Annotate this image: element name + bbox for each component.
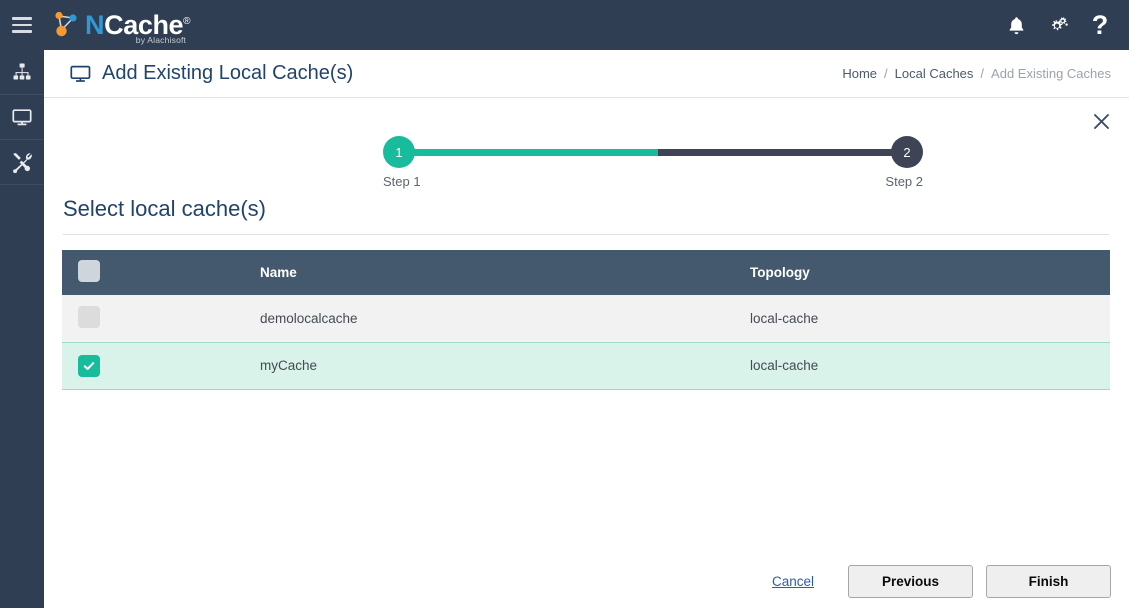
hamburger-bar: [12, 30, 32, 33]
sidebar-item-monitor[interactable]: [0, 95, 44, 140]
stepper-label-step-1: Step 1: [383, 174, 421, 189]
table-header-row: Name Topology: [62, 250, 1110, 295]
tools-icon: [13, 153, 32, 173]
settings-gears-icon[interactable]: [1043, 10, 1073, 40]
row-cell-name: myCache: [260, 358, 318, 373]
row-cell-topology: local-cache: [750, 310, 819, 326]
check-icon: [83, 361, 95, 370]
stepper-node-step-2[interactable]: 2: [891, 136, 923, 168]
stepper-progress-fill: [399, 149, 659, 156]
table-header-name[interactable]: Name: [260, 250, 750, 295]
wizard-stepper: 1 2 Step 1 Step 2: [383, 136, 923, 196]
stepper-label-step-2: Step 2: [885, 174, 923, 189]
sitemap-icon: [13, 63, 31, 80]
page-title: Add Existing Local Cache(s): [69, 62, 353, 85]
section-heading: Select local cache(s): [63, 196, 266, 221]
wizard-actions: Cancel Previous Finish: [772, 565, 1111, 598]
breadcrumb-item-home[interactable]: Home: [842, 66, 877, 81]
caches-table: Name Topology demolocalcache local-cache: [62, 250, 1110, 390]
table-header-topology[interactable]: Topology: [750, 250, 1110, 295]
logo-registered-mark: ®: [183, 15, 191, 27]
row-cell-topology: local-cache: [750, 358, 819, 373]
notifications-icon[interactable]: [1001, 10, 1031, 40]
top-bar-actions: ?: [1001, 10, 1129, 40]
table-header: Name Topology: [62, 250, 1110, 295]
breadcrumb-item-current: Add Existing Caches: [991, 66, 1111, 81]
hamburger-bar: [12, 17, 32, 20]
table-row[interactable]: demolocalcache local-cache: [62, 295, 1110, 342]
breadcrumb: Home / Local Caches / Add Existing Cache…: [842, 66, 1111, 81]
table-body: demolocalcache local-cache myCache local…: [62, 295, 1110, 389]
sidebar-item-tools[interactable]: [0, 140, 44, 185]
hamburger-menu-icon[interactable]: [0, 0, 44, 50]
stepper-node-step-1[interactable]: 1: [383, 136, 415, 168]
monitor-icon: [12, 109, 32, 126]
app-root: NCache® by Alachisoft ? Add Existing Loc…: [0, 0, 1129, 608]
page-header: Add Existing Local Cache(s) Home / Local…: [44, 50, 1129, 98]
stepper-track: [399, 149, 907, 156]
logo-subtitle: by Alachisoft: [135, 34, 187, 45]
cancel-link[interactable]: Cancel: [772, 574, 814, 589]
close-icon[interactable]: [1088, 108, 1114, 134]
cluster-nodes-logo-icon: [55, 11, 77, 37]
page-title-text: Add Existing Local Cache(s): [102, 62, 354, 84]
sidebar-item-cluster[interactable]: [0, 50, 44, 95]
breadcrumb-separator: /: [980, 66, 985, 81]
table-row[interactable]: myCache local-cache: [62, 342, 1110, 389]
previous-button[interactable]: Previous: [848, 565, 973, 598]
stepper-node-number: 2: [903, 144, 911, 160]
left-sidebar: [0, 50, 44, 608]
select-all-checkbox[interactable]: [78, 260, 100, 282]
ncache-logo[interactable]: NCache® by Alachisoft: [50, 0, 191, 50]
top-bar: NCache® by Alachisoft ?: [0, 0, 1129, 50]
hamburger-bar: [12, 23, 32, 27]
wizard-panel: 1 2 Step 1 Step 2 Select local cache(s) …: [44, 98, 1129, 608]
finish-button[interactable]: Finish: [986, 565, 1111, 598]
stepper-node-number: 1: [395, 144, 403, 160]
monitor-icon: [70, 65, 91, 82]
row-checkbox-cell: [62, 295, 260, 342]
breadcrumb-separator: /: [884, 66, 888, 81]
logo-letter-n: N: [85, 9, 105, 40]
row-checkbox-unchecked[interactable]: [78, 305, 100, 328]
table-header-select-all: [62, 250, 260, 295]
row-checkbox-checked[interactable]: [78, 354, 100, 377]
help-icon[interactable]: ?: [1085, 10, 1115, 40]
breadcrumb-item-local-caches[interactable]: Local Caches: [895, 66, 974, 81]
row-checkbox-cell: [62, 342, 260, 389]
row-cell-name: demolocalcache: [260, 310, 358, 326]
section-divider: [63, 234, 1109, 235]
